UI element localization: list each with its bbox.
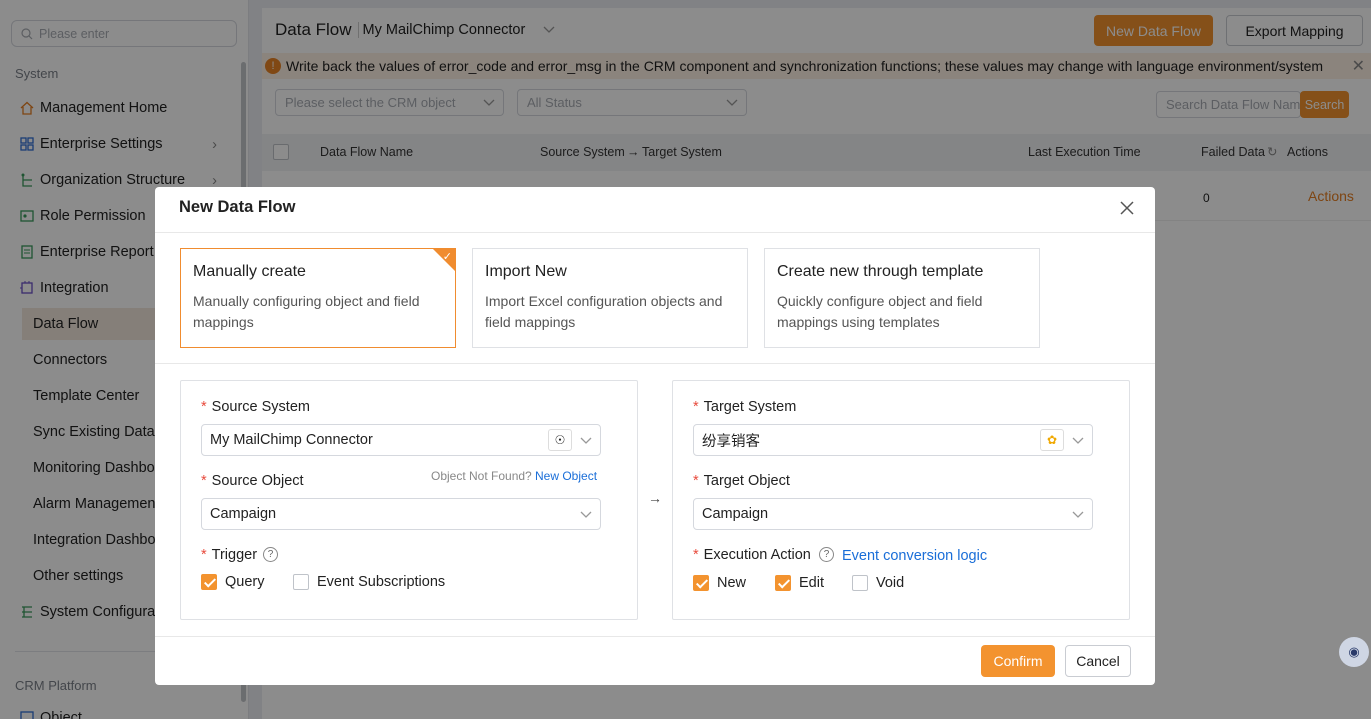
label-text: Trigger [211,547,258,563]
dialog-header: New Data Flow [155,187,1155,233]
chevron-down-icon [1072,511,1084,518]
card-title: Import New [485,263,567,280]
required-marker: * [201,547,207,563]
execution-action-label: * Execution Action [693,547,811,563]
dialog-footer-divider [155,636,1155,637]
source-object-value: Campaign [210,506,277,522]
required-marker: * [693,547,699,563]
label-text: Execution Action [703,547,811,563]
required-marker: * [201,399,207,415]
card-description: Quickly configure object and field mappi… [777,293,983,330]
help-icon[interactable]: ? [819,547,834,562]
card-description: Manually configuring object and field ma… [193,293,420,330]
card-description: Import Excel configuration objects and f… [485,293,723,330]
required-marker: * [693,399,699,415]
void-action-checkbox[interactable] [852,575,868,591]
source-system-value: My MailChimp Connector [210,432,373,448]
chevron-down-icon [580,437,592,444]
source-object-label: * Source Object [201,473,304,489]
assistant-robot-icon[interactable]: ◉ [1339,637,1369,667]
check-icon: ✓ [442,251,452,263]
manually-create-card[interactable]: ✓ Manually create Manually configuring o… [180,248,456,348]
query-checkbox[interactable] [201,574,217,590]
label-text: Target Object [703,473,790,489]
help-icon[interactable]: ? [263,547,278,562]
event-conversion-logic-link[interactable]: Event conversion logic [842,548,987,564]
dialog-divider [155,363,1155,364]
new-action-label: New [717,575,747,591]
required-marker: * [201,473,207,489]
required-marker: * [693,473,699,489]
target-object-value: Campaign [702,506,769,522]
event-subscriptions-label: Event Subscriptions [317,574,446,590]
card-title: Manually create [193,263,306,280]
fxiaoke-logo-icon: ✿ [1040,429,1064,451]
target-object-select[interactable]: Campaign [693,498,1093,530]
source-object-select[interactable]: Campaign [201,498,601,530]
cancel-button[interactable]: Cancel [1065,645,1131,677]
target-system-select[interactable]: 纷享销客 ✿ [693,424,1093,456]
trigger-label: * Trigger [201,547,257,563]
new-action-checkbox[interactable] [693,575,709,591]
confirm-button[interactable]: Confirm [981,645,1055,677]
new-data-flow-dialog: New Data Flow ✓ Manually create Manually… [155,187,1155,685]
object-not-found-text: Object Not Found? [431,469,532,483]
label-text: Target System [703,399,797,415]
import-new-card[interactable]: Import New Import Excel configuration ob… [472,248,748,348]
dialog-title: New Data Flow [179,198,296,216]
chevron-down-icon [1072,437,1084,444]
target-system-label: * Target System [693,399,796,415]
arrow-right-icon: → [648,490,662,506]
edit-action-checkbox[interactable] [775,575,791,591]
target-system-value: 纷享销客 [702,433,760,450]
label-text: Source System [211,399,310,415]
query-label: Query [225,574,265,590]
close-icon[interactable] [1119,200,1135,216]
void-action-label: Void [876,575,905,591]
source-system-label: * Source System [201,399,310,415]
label-text: Source Object [211,473,304,489]
new-object-link[interactable]: New Object [535,469,597,483]
event-subscriptions-checkbox[interactable] [293,574,309,590]
card-title: Create new through template [777,263,984,280]
target-panel: * Target System 纷享销客 ✿ * Target Object Cam… [672,380,1130,620]
target-object-label: * Target Object [693,473,790,489]
source-panel: * Source System My MailChimp Connector ☉ … [180,380,638,620]
create-from-template-card[interactable]: Create new through template Quickly conf… [764,248,1040,348]
source-system-select[interactable]: My MailChimp Connector ☉ [201,424,601,456]
mailchimp-logo-icon: ☉ [548,429,572,451]
chevron-down-icon [580,511,592,518]
edit-action-label: Edit [799,575,824,591]
